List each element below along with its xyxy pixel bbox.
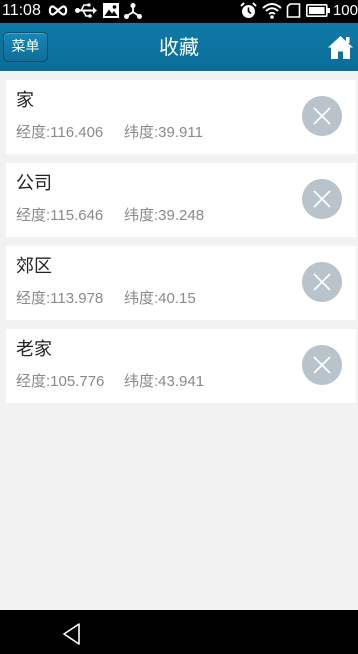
- favorite-name: 老家: [16, 339, 52, 360]
- delete-button[interactable]: [302, 96, 342, 136]
- favorite-coordinates: 经度:113.978 纬度:40.15: [16, 289, 196, 309]
- page-title: 收藏: [159, 35, 199, 59]
- favorite-name: 家: [16, 90, 34, 111]
- usb-icon: [75, 3, 97, 18]
- delete-button[interactable]: [302, 345, 342, 385]
- latitude: 纬度:43.941: [124, 373, 205, 390]
- menu-button[interactable]: 菜单: [3, 32, 48, 62]
- back-triangle-icon[interactable]: [61, 622, 85, 646]
- app-bar: 菜单 收藏: [0, 23, 358, 71]
- wifi-icon: [262, 3, 282, 19]
- battery-icon: [306, 4, 330, 17]
- favorite-name: 郊区: [16, 256, 52, 277]
- favorite-name: 公司: [16, 173, 52, 194]
- alarm-icon: [240, 2, 257, 18]
- share-icon: [124, 3, 142, 19]
- image-icon: [103, 3, 119, 18]
- status-bar: 11:08 100: [0, 0, 358, 23]
- favorite-item[interactable]: 老家 经度:105.776 纬度:43.941: [6, 329, 356, 403]
- battery-percentage: 100: [332, 2, 358, 19]
- navigation-bar: [0, 610, 358, 654]
- favorite-coordinates: 经度:105.776 纬度:43.941: [16, 372, 204, 392]
- latitude: 纬度:40.15: [124, 290, 196, 307]
- longitude: 经度:105.776: [16, 373, 105, 390]
- favorite-item[interactable]: 郊区 经度:113.978 纬度:40.15: [6, 246, 356, 320]
- favorites-list: 家 经度:116.406 纬度:39.911 公司 经度:115.646 纬度:39…: [0, 71, 358, 610]
- infinity-icon: [48, 5, 68, 16]
- favorite-item[interactable]: 家 经度:116.406 纬度:39.911: [6, 80, 356, 154]
- delete-button[interactable]: [302, 179, 342, 219]
- sim-icon: [286, 3, 301, 18]
- delete-button[interactable]: [302, 262, 342, 302]
- home-icon[interactable]: [327, 34, 354, 60]
- favorite-coordinates: 经度:116.406 纬度:39.911: [16, 123, 203, 143]
- latitude: 纬度:39.911: [124, 124, 203, 141]
- favorite-coordinates: 经度:115.646 纬度:39.248: [16, 206, 204, 226]
- favorite-item[interactable]: 公司 经度:115.646 纬度:39.248: [6, 163, 356, 237]
- longitude: 经度:116.406: [16, 124, 104, 141]
- longitude: 经度:113.978: [16, 290, 104, 307]
- latitude: 纬度:39.248: [124, 207, 205, 224]
- longitude: 经度:115.646: [16, 207, 104, 224]
- status-time: 11:08: [2, 2, 41, 19]
